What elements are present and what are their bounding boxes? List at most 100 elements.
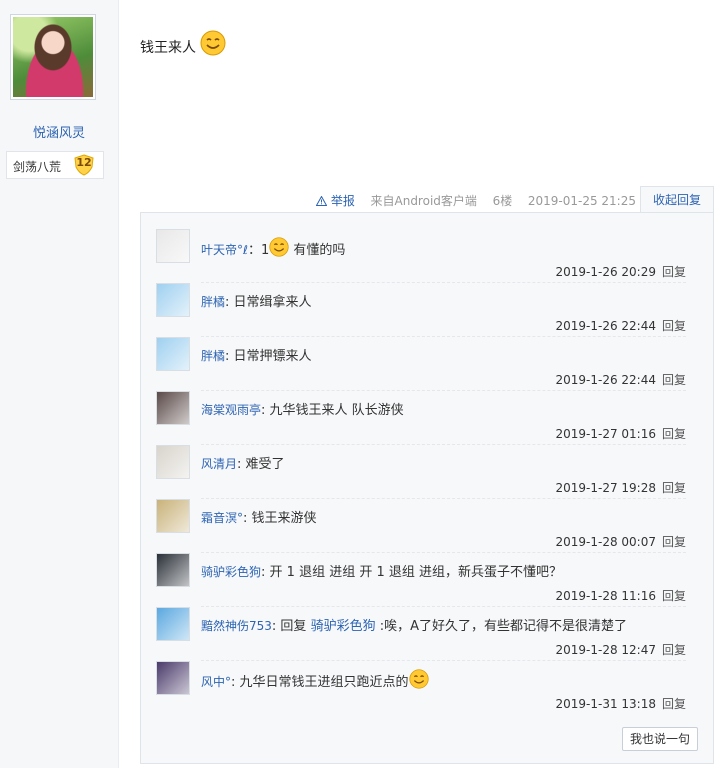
reply-item: 霜音溟°: 钱王来游侠 2019-1-28 00:07 回复 bbox=[156, 499, 701, 553]
report-link[interactable]: 举报 bbox=[315, 194, 359, 208]
reply-text: 日常押镖来人 bbox=[233, 349, 312, 364]
reply-body: 胖橘: 日常押镖来人 bbox=[201, 345, 312, 364]
reply-meta: 2019-1-26 20:29 回复 bbox=[555, 263, 686, 280]
collapse-replies-button[interactable]: 收起回复 bbox=[640, 186, 714, 213]
reply-avatar[interactable] bbox=[156, 553, 190, 587]
reply-avatar[interactable] bbox=[156, 391, 190, 425]
reply-username[interactable]: 黯然神伤753 bbox=[201, 619, 272, 633]
reply-meta: 2019-1-28 00:07 回复 bbox=[555, 533, 686, 550]
reply-panel: 叶天帝°ℓ：1 有懂的吗 2019-1-26 20:29 回复 胖橘: 日常缉拿来人 2… bbox=[140, 212, 714, 764]
smiley-emoji-icon bbox=[200, 30, 226, 56]
reply-meta: 2019-1-26 22:44 回复 bbox=[555, 317, 686, 334]
reply-button[interactable]: 回复 bbox=[662, 643, 686, 657]
reply-meta: 2019-1-28 12:47 回复 bbox=[555, 641, 686, 658]
reply-avatar[interactable] bbox=[156, 229, 190, 263]
reply-timestamp: 2019-1-28 12:47 bbox=[555, 643, 656, 657]
reply-text: 钱王来游侠 bbox=[251, 511, 317, 526]
reply-item: 叶天帝°ℓ：1 有懂的吗 2019-1-26 20:29 回复 bbox=[156, 229, 701, 283]
reply-text: 日常缉拿来人 bbox=[233, 295, 312, 310]
reply-body: 骑驴彩色狗: 开 1 退组 进组 开 1 退组 进组，新兵蛋子不懂吧？ bbox=[201, 561, 562, 580]
reply-separator: ：1 bbox=[247, 243, 270, 258]
reply-timestamp: 2019-1-31 13:18 bbox=[555, 697, 656, 711]
reply-button[interactable]: 回复 bbox=[662, 535, 686, 549]
reply-item: 黯然神伤753: 回复 骑驴彩色狗 :唉，A了好久了，有些都记得不是很清楚了 20… bbox=[156, 607, 701, 661]
reply-meta: 2019-1-28 11:16 回复 bbox=[555, 587, 686, 604]
reply-text: :唉，A了好久了，有些都记得不是很清楚了 bbox=[379, 619, 627, 634]
quoted-username[interactable]: 骑驴彩色狗 bbox=[311, 619, 376, 634]
report-label: 举报 bbox=[330, 194, 355, 208]
smiley-emoji-icon bbox=[269, 237, 289, 257]
reply-body: 叶天帝°ℓ：1 有懂的吗 bbox=[201, 237, 345, 258]
reply-body: 风清月: 难受了 bbox=[201, 453, 285, 472]
reply-separator: : bbox=[225, 295, 234, 310]
reply-timestamp: 2019-1-27 01:16 bbox=[555, 427, 656, 441]
reply-meta: 2019-1-27 01:16 回复 bbox=[555, 425, 686, 442]
reply-username[interactable]: 风清月 bbox=[201, 457, 237, 471]
reply-button[interactable]: 回复 bbox=[662, 373, 686, 387]
post-text: 钱王来人 bbox=[140, 40, 196, 56]
reply-button[interactable]: 回复 bbox=[662, 589, 686, 603]
reply-meta: 2019-1-31 13:18 回复 bbox=[555, 695, 686, 712]
reply-item: 胖橘: 日常缉拿来人 2019-1-26 22:44 回复 bbox=[156, 283, 701, 337]
reply-body: 风中°: 九华日常钱王进组只跑近点的 bbox=[201, 669, 429, 690]
reply-body: 胖橘: 日常缉拿来人 bbox=[201, 291, 312, 310]
reply-body: 黯然神伤753: 回复 骑驴彩色狗 :唉，A了好久了，有些都记得不是很清楚了 bbox=[201, 615, 627, 634]
reply-text: 开 1 退组 进组 开 1 退组 进组，新兵蛋子不懂吧？ bbox=[269, 565, 562, 580]
level-shield-icon: 12 bbox=[73, 154, 95, 176]
reply-timestamp: 2019-1-26 22:44 bbox=[555, 319, 656, 333]
reply-avatar[interactable] bbox=[156, 445, 190, 479]
reply-avatar[interactable] bbox=[156, 607, 190, 641]
reply-username[interactable]: 胖橘 bbox=[201, 295, 225, 309]
post-meta: 举报 来自Android客户端 6楼 2019-01-25 21:25 bbox=[315, 192, 636, 209]
reply-username[interactable]: 霜音溟° bbox=[201, 511, 243, 525]
floor-number: 6楼 bbox=[492, 194, 513, 208]
reply-button[interactable]: 回复 bbox=[662, 265, 686, 279]
author-column: 悦涵风灵 剑荡八荒 12 bbox=[0, 0, 119, 768]
reply-button[interactable]: 回复 bbox=[662, 427, 686, 441]
reply-separator: : bbox=[243, 511, 252, 526]
reply-text: 有懂的吗 bbox=[293, 243, 346, 258]
reply-separator: : bbox=[261, 403, 270, 418]
reply-avatar[interactable] bbox=[156, 499, 190, 533]
reply-timestamp: 2019-1-26 22:44 bbox=[555, 373, 656, 387]
reply-separator: : 回复 bbox=[271, 619, 311, 634]
reply-item: 风中°: 九华日常钱王进组只跑近点的 2019-1-31 13:18 回复 bbox=[156, 661, 701, 715]
reply-username[interactable]: 海棠观雨亭 bbox=[201, 403, 261, 417]
post-time: 2019-01-25 21:25 bbox=[527, 194, 636, 208]
level-badge-box[interactable]: 剑荡八荒 12 bbox=[6, 151, 104, 179]
reply-meta: 2019-1-27 19:28 回复 bbox=[555, 479, 686, 496]
reply-item: 胖橘: 日常押镖来人 2019-1-26 22:44 回复 bbox=[156, 337, 701, 391]
reply-timestamp: 2019-1-26 20:29 bbox=[555, 265, 656, 279]
warning-icon bbox=[315, 195, 328, 206]
reply-button[interactable]: 回复 bbox=[662, 697, 686, 711]
reply-separator: : bbox=[225, 349, 234, 364]
smiley-emoji-icon bbox=[408, 669, 429, 689]
reply-username[interactable]: 胖橘 bbox=[201, 349, 225, 363]
author-username[interactable]: 悦涵风灵 bbox=[0, 122, 118, 141]
reply-username[interactable]: 叶天帝°ℓ bbox=[201, 243, 248, 257]
reply-timestamp: 2019-1-27 19:28 bbox=[555, 481, 656, 495]
author-avatar-image bbox=[13, 17, 93, 97]
reply-avatar[interactable] bbox=[156, 337, 190, 371]
reply-username[interactable]: 风中° bbox=[201, 675, 231, 689]
reply-item: 海棠观雨亭: 九华钱王来人 队长游侠 2019-1-27 01:16 回复 bbox=[156, 391, 701, 445]
level-name: 剑荡八荒 bbox=[13, 160, 62, 174]
reply-timestamp: 2019-1-28 00:07 bbox=[555, 535, 656, 549]
reply-text: 九华日常钱王进组只跑近点的 bbox=[239, 675, 409, 690]
reply-avatar[interactable] bbox=[156, 661, 190, 695]
reply-button[interactable]: 回复 bbox=[662, 319, 686, 333]
say-something-button[interactable]: 我也说一句 bbox=[622, 727, 698, 751]
reply-button[interactable]: 回复 bbox=[662, 481, 686, 495]
reply-username[interactable]: 骑驴彩色狗 bbox=[201, 565, 261, 579]
reply-text: 难受了 bbox=[245, 457, 285, 472]
reply-separator: : bbox=[237, 457, 246, 472]
reply-text: 九华钱王来人 队长游侠 bbox=[269, 403, 404, 418]
author-avatar[interactable] bbox=[10, 14, 96, 100]
client-source: 来自Android客户端 bbox=[370, 194, 477, 208]
reply-meta: 2019-1-26 22:44 回复 bbox=[555, 371, 686, 388]
reply-timestamp: 2019-1-28 11:16 bbox=[555, 589, 656, 603]
level-number: 12 bbox=[76, 156, 92, 169]
reply-separator: : bbox=[231, 675, 240, 690]
reply-avatar[interactable] bbox=[156, 283, 190, 317]
reply-body: 海棠观雨亭: 九华钱王来人 队长游侠 bbox=[201, 399, 404, 418]
